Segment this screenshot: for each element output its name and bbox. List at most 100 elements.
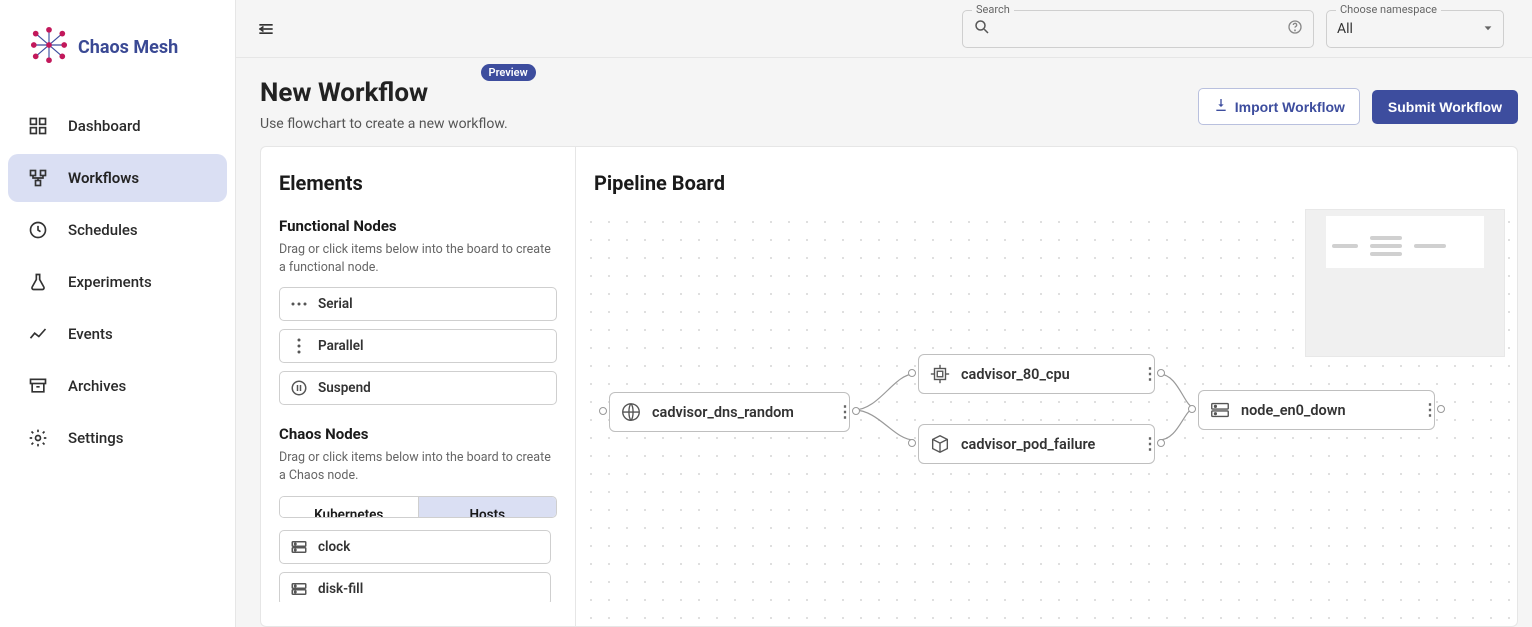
element-label: Suspend [318, 380, 371, 396]
functional-heading: Functional Nodes [279, 217, 557, 235]
element-label: Parallel [318, 338, 364, 354]
chaos-heading: Chaos Nodes [279, 425, 557, 443]
archive-icon [28, 376, 48, 396]
node-menu-icon[interactable]: ⋮ [829, 404, 839, 420]
node-menu-icon[interactable]: ⋮ [1134, 436, 1144, 452]
help-icon[interactable] [1287, 19, 1303, 39]
element-serial[interactable]: Serial [279, 287, 557, 321]
element-label: clock [318, 539, 350, 555]
topbar: Search Choose namespace All [236, 0, 1532, 58]
flask-icon [28, 272, 48, 292]
globe-icon [620, 401, 642, 423]
host-icon [290, 580, 308, 598]
element-label: disk-fill [318, 581, 363, 597]
chaos-help: Drag or click items below into the board… [279, 449, 557, 485]
search-box[interactable] [962, 10, 1314, 48]
page-title-wrap: New Workflow Preview [260, 78, 508, 108]
clock-icon [28, 220, 48, 240]
host-icon [290, 538, 308, 556]
import-label: Import Workflow [1235, 99, 1345, 115]
search-field: Search [962, 10, 1314, 48]
minimap-viewport [1326, 216, 1484, 268]
sidebar-item-label: Archives [68, 377, 126, 395]
host-icon [1209, 399, 1231, 421]
gear-icon [28, 428, 48, 448]
cpu-icon [929, 363, 951, 385]
node-menu-icon[interactable]: ⋮ [1134, 366, 1144, 382]
namespace-field: Choose namespace All [1326, 10, 1504, 48]
output-port[interactable] [1157, 369, 1165, 377]
sidebar-item-schedules[interactable]: Schedules [8, 206, 227, 254]
brand: Chaos Mesh [0, 0, 235, 88]
serial-icon [290, 295, 308, 313]
minimap[interactable] [1305, 209, 1505, 357]
element-suspend[interactable]: Suspend [279, 371, 557, 405]
preview-badge: Preview [481, 64, 536, 81]
events-icon [28, 324, 48, 344]
header-actions: Import Workflow Submit Workflow [1198, 78, 1518, 125]
functional-help: Drag or click items below into the board… [279, 241, 557, 277]
namespace-value: All [1337, 21, 1353, 37]
element-disk-fill[interactable]: disk-fill [279, 572, 551, 602]
sidebar-item-label: Experiments [68, 273, 152, 291]
sidebar-item-label: Workflows [68, 169, 139, 187]
chaos-node-list: clock disk-fill disk-read-payload [279, 530, 557, 602]
input-port[interactable] [908, 439, 916, 447]
search-input[interactable] [997, 21, 1287, 37]
sidebar-item-settings[interactable]: Settings [8, 414, 227, 462]
sidebar-item-label: Dashboard [68, 117, 141, 135]
element-clock[interactable]: clock [279, 530, 551, 564]
output-port[interactable] [1157, 439, 1165, 447]
sidebar-item-label: Settings [68, 429, 124, 447]
cube-icon [929, 433, 951, 455]
tab-hosts[interactable]: Hosts [419, 497, 557, 518]
submit-label: Submit Workflow [1388, 99, 1502, 115]
namespace-label: Choose namespace [1336, 3, 1441, 16]
pipeline-node-cadvisor-pod-failure[interactable]: cadvisor_pod_failure ⋮ [918, 424, 1155, 464]
pipeline-node-label: cadvisor_dns_random [652, 404, 794, 421]
input-port[interactable] [908, 369, 916, 377]
node-menu-icon[interactable]: ⋮ [1414, 402, 1424, 418]
element-parallel[interactable]: Parallel [279, 329, 557, 363]
pipeline-node-label: cadvisor_pod_failure [961, 436, 1095, 453]
workflows-icon [28, 168, 48, 188]
output-port[interactable] [852, 407, 860, 415]
input-port[interactable] [1188, 405, 1196, 413]
sidebar-item-workflows[interactable]: Workflows [8, 154, 227, 202]
chaos-tabs: Kubernetes Hosts [279, 496, 557, 519]
page-header: New Workflow Preview Use flowchart to cr… [260, 78, 1518, 132]
sidebar: Chaos Mesh Dashboard Workflows Schedules… [0, 0, 236, 627]
elements-title: Elements [279, 171, 557, 195]
pipeline-node-node-en0-down[interactable]: node_en0_down ⋮ [1198, 390, 1435, 430]
pipeline-node-cadvisor-dns-random[interactable]: cadvisor_dns_random ⋮ [609, 392, 850, 432]
dashboard-icon [28, 116, 48, 136]
elements-panel: Elements Functional Nodes Drag or click … [261, 147, 576, 626]
brand-text: Chaos Mesh [78, 37, 178, 58]
pipeline-node-label: node_en0_down [1241, 402, 1346, 419]
page-subtitle: Use flowchart to create a new workflow. [260, 116, 508, 132]
sidebar-item-dashboard[interactable]: Dashboard [8, 102, 227, 150]
sidebar-item-events[interactable]: Events [8, 310, 227, 358]
element-label: Serial [318, 296, 353, 312]
output-port[interactable] [1437, 405, 1445, 413]
import-workflow-button[interactable]: Import Workflow [1198, 88, 1360, 125]
main-card: Elements Functional Nodes Drag or click … [260, 146, 1518, 627]
search-icon [973, 18, 991, 40]
submit-workflow-button[interactable]: Submit Workflow [1372, 90, 1518, 124]
search-label: Search [972, 3, 1014, 16]
chevron-down-icon [1483, 21, 1493, 37]
tab-kubernetes[interactable]: Kubernetes [280, 497, 419, 518]
pipeline-canvas[interactable]: cadvisor_dns_random ⋮ cadvisor_80_cpu ⋮ [576, 207, 1517, 626]
pipeline-board-panel: Pipeline Board cadvisor_dns_rando [576, 147, 1517, 626]
pipeline-node-cadvisor-80-cpu[interactable]: cadvisor_80_cpu ⋮ [918, 354, 1155, 394]
collapse-sidebar-button[interactable] [252, 15, 280, 43]
input-port[interactable] [599, 407, 607, 415]
sidebar-item-label: Events [68, 325, 113, 343]
import-icon [1213, 97, 1229, 116]
nav: Dashboard Workflows Schedules Experiment… [0, 88, 235, 476]
suspend-icon [290, 379, 308, 397]
logo-icon [30, 26, 68, 68]
pipeline-board-title: Pipeline Board [594, 171, 1499, 195]
sidebar-item-experiments[interactable]: Experiments [8, 258, 227, 306]
sidebar-item-archives[interactable]: Archives [8, 362, 227, 410]
